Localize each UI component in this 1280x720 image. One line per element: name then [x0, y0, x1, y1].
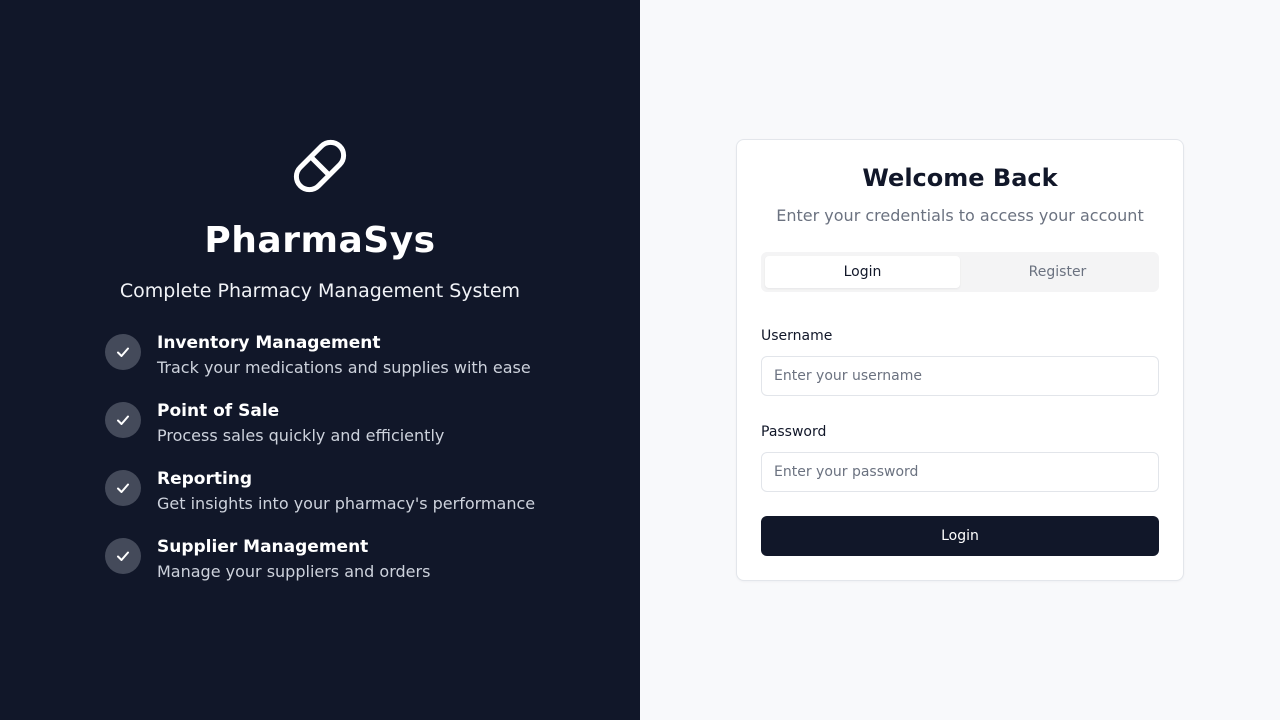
check-icon [105, 538, 141, 574]
check-icon [105, 402, 141, 438]
feature-item: Inventory Management Track your medicati… [105, 332, 535, 400]
brand-tagline: Complete Pharmacy Management System [119, 280, 521, 302]
login-card: Welcome Back Enter your credentials to a… [736, 139, 1184, 581]
username-input[interactable] [761, 356, 1159, 396]
feature-description: Process sales quickly and efficiently [157, 426, 445, 445]
username-label: Username [761, 328, 833, 344]
feature-item: Point of Sale Process sales quickly and … [105, 400, 535, 468]
feature-item: Reporting Get insights into your pharmac… [105, 468, 535, 536]
card-subtitle: Enter your credentials to access your ac… [776, 206, 1144, 225]
feature-description: Get insights into your pharmacy's perfor… [157, 494, 536, 513]
auth-panel: Welcome Back Enter your credentials to a… [640, 0, 1280, 720]
brand-name: PharmaSys [204, 220, 436, 261]
auth-tabs: Login Register [761, 252, 1159, 292]
tab-login[interactable]: Login [765, 256, 960, 288]
password-label: Password [761, 424, 827, 440]
card-title: Welcome Back [862, 164, 1058, 192]
feature-title: Supplier Management [157, 537, 369, 557]
feature-title: Inventory Management [157, 333, 381, 353]
password-input[interactable] [761, 452, 1159, 492]
feature-description: Manage your suppliers and orders [157, 562, 431, 581]
check-icon [105, 470, 141, 506]
feature-title: Point of Sale [157, 401, 280, 421]
feature-title: Reporting [157, 469, 253, 489]
feature-list: Inventory Management Track your medicati… [105, 332, 535, 604]
feature-item: Supplier Management Manage your supplier… [105, 536, 535, 604]
tab-register[interactable]: Register [960, 256, 1155, 288]
feature-description: Track your medications and supplies with… [157, 358, 531, 377]
login-button[interactable]: Login [761, 516, 1159, 556]
check-icon [105, 334, 141, 370]
pill-icon [293, 139, 347, 193]
brand-panel: PharmaSys Complete Pharmacy Management S… [0, 0, 640, 720]
